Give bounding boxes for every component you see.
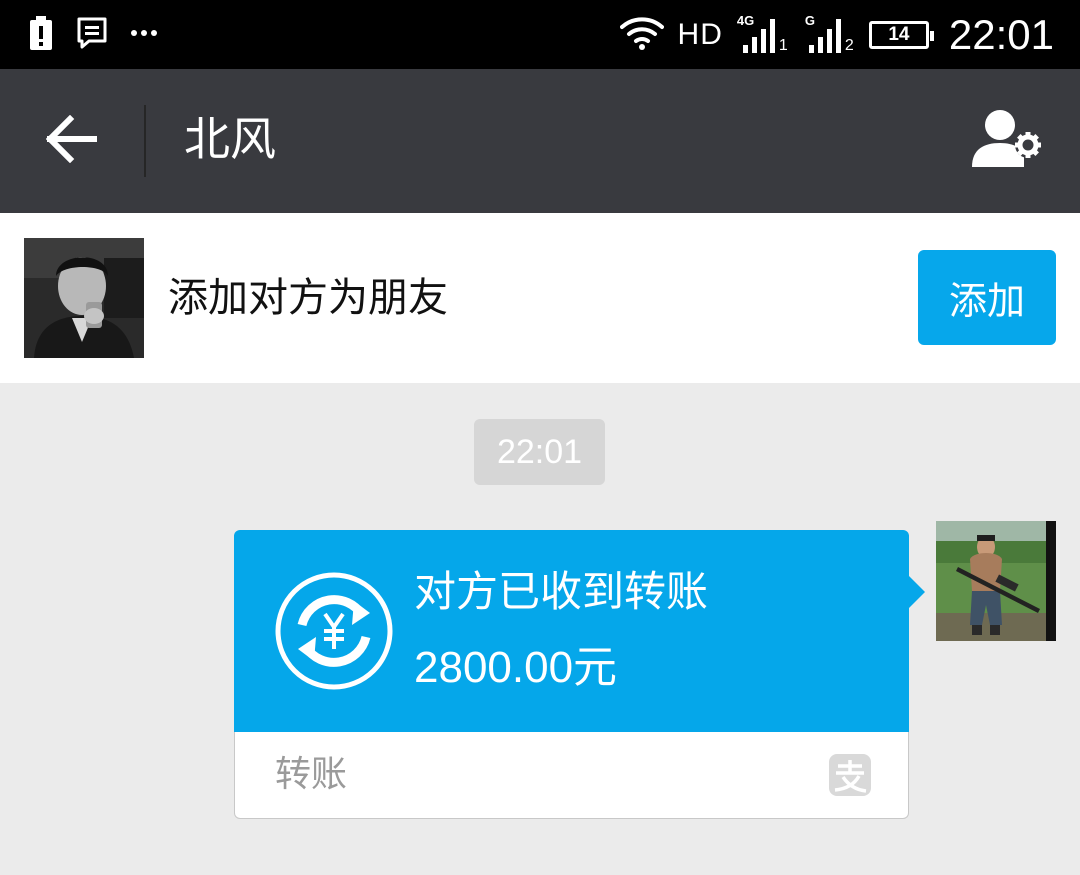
page-title: 北风 (184, 112, 276, 166)
notification-icons (28, 16, 158, 54)
transfer-type-label: 转账 (275, 754, 348, 795)
add-friend-button[interactable]: 添加 (918, 250, 1056, 345)
transfer-message-bubble[interactable]: 对方已收到转账 2800.00元 转账 (234, 530, 925, 819)
transfer-card-footer: 转账 (234, 732, 909, 819)
alipay-icon (829, 754, 871, 796)
back-button[interactable] (36, 105, 108, 177)
contact-settings-button[interactable] (966, 105, 1050, 177)
bubble-tail (909, 576, 925, 608)
wifi-icon (619, 16, 664, 54)
transfer-amount: 2800.00元 (414, 643, 618, 692)
add-friend-prompt: 添加对方为朋友 (168, 275, 448, 321)
transfer-status-text: 对方已收到转账 (414, 567, 709, 616)
sim1-signal-icon: 4G 1 (737, 13, 789, 57)
transfer-card-body: 对方已收到转账 2800.00元 (234, 530, 909, 732)
title-divider (144, 105, 146, 177)
status-clock: 22:01 (948, 11, 1054, 58)
battery-alert-icon (28, 16, 54, 54)
contact-avatar[interactable] (24, 238, 144, 358)
battery-icon: 14 (868, 21, 934, 49)
title-bar: 北风 (0, 69, 1080, 213)
sim1-index: 1 (778, 37, 788, 54)
message-icon (76, 16, 108, 54)
my-avatar[interactable] (936, 521, 1056, 641)
message-timestamp: 22:01 (474, 419, 605, 485)
add-friend-banner: 添加对方为朋友 添加 (0, 213, 1080, 383)
transfer-received-icon (274, 571, 394, 691)
back-arrow-icon (45, 114, 98, 167)
status-bar: HD 4G 1 G 2 14 22:01 (0, 0, 1080, 69)
more-notifications-icon (130, 16, 158, 54)
sim2-index: 2 (844, 37, 854, 54)
system-indicators: HD 4G 1 G 2 14 22:01 (619, 8, 1054, 62)
battery-level: 14 (888, 24, 910, 45)
hd-indicator: HD (677, 18, 723, 51)
person-settings-icon (970, 107, 1046, 175)
sim2-signal-icon: G 2 (803, 13, 855, 57)
